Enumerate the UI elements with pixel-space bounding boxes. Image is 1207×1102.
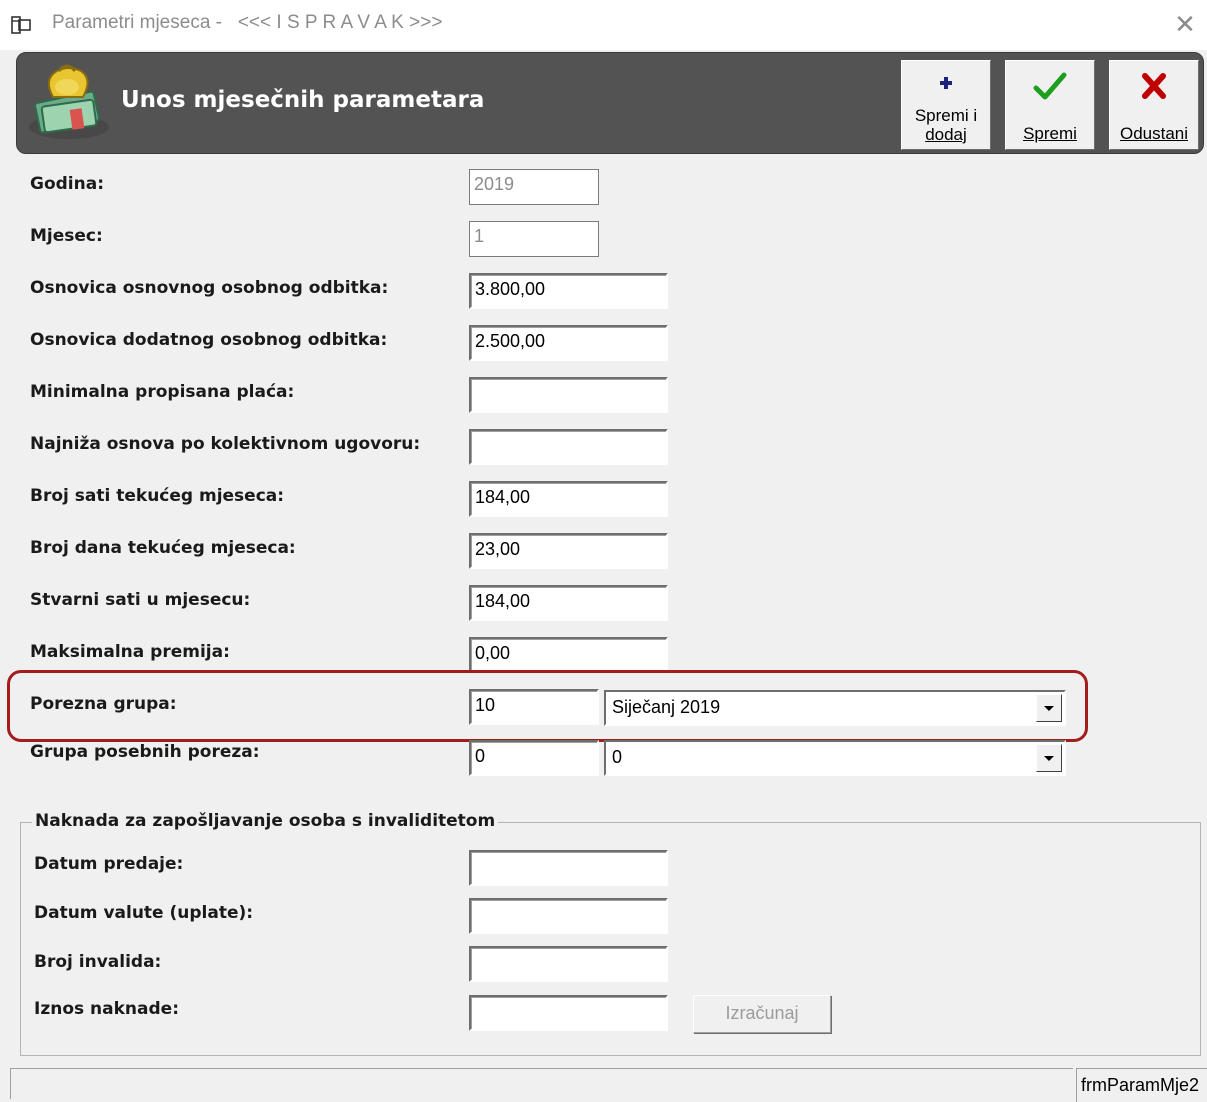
header-panel: Unos mjesečnih parametara Spremi i dodaj…	[16, 52, 1204, 154]
money-bag-icon	[29, 64, 109, 139]
datum-predaje-field[interactable]	[469, 850, 668, 886]
chevron-down-icon[interactable]	[1036, 744, 1062, 772]
checkmark-icon	[1033, 72, 1067, 100]
header-title: Unos mjesečnih parametara	[121, 87, 485, 113]
iznos-naknade-label: Iznos naknade:	[34, 999, 179, 1019]
save-and-add-button[interactable]: Spremi i dodaj	[901, 60, 991, 150]
iznos-naknade-field[interactable]	[469, 995, 668, 1031]
cancel-button-label: Odustani	[1119, 124, 1189, 143]
godina-field[interactable]: 2019	[469, 169, 599, 205]
plus-icon	[940, 77, 952, 89]
broj-sati-label: Broj sati tekućeg mjeseca:	[30, 486, 285, 506]
mjesec-field[interactable]: 1	[469, 221, 599, 257]
najniza-osnova-label: Najniža osnova po kolektivnom ugovoru:	[30, 434, 421, 454]
save-and-add-label-line2: dodaj	[925, 125, 967, 144]
mjesec-label: Mjesec:	[30, 226, 103, 246]
window-title: Parametri mjeseca - <<< I S P R A V A K …	[52, 12, 443, 33]
status-panel-main	[10, 1068, 1073, 1099]
status-bar: frmParamMje2	[10, 1068, 1207, 1102]
najniza-osnova-field[interactable]	[469, 429, 668, 465]
datum-valute-label: Datum valute (uplate):	[34, 903, 254, 923]
app-window-icon	[11, 16, 31, 34]
stvarni-sati-label: Stvarni sati u mjesecu:	[30, 590, 251, 610]
min-placa-field[interactable]	[469, 377, 668, 413]
posebni-porez-selected: 0	[612, 747, 623, 767]
cancel-button[interactable]: Odustani	[1109, 60, 1199, 150]
datum-valute-field[interactable]	[469, 898, 668, 934]
max-premija-field[interactable]: 0,00	[469, 637, 668, 673]
broj-dana-label: Broj dana tekućeg mjeseca:	[30, 538, 296, 558]
stvarni-sati-field[interactable]: 184,00	[469, 585, 668, 621]
posebni-porez-dropdown[interactable]: 0	[604, 740, 1066, 776]
broj-dana-field[interactable]: 23,00	[469, 533, 668, 569]
broj-invalida-label: Broj invalida:	[34, 952, 162, 972]
datum-predaje-label: Datum predaje:	[34, 854, 184, 874]
dodatni-odbitak-field[interactable]: 2.500,00	[469, 325, 668, 361]
save-button-label: Spremi	[1023, 124, 1077, 143]
close-icon[interactable]: ✕	[1170, 10, 1200, 40]
broj-sati-field[interactable]: 184,00	[469, 481, 668, 517]
min-placa-label: Minimalna propisana plaća:	[30, 382, 295, 402]
status-form-name: frmParamMje2	[1076, 1068, 1207, 1102]
broj-invalida-field[interactable]	[469, 946, 668, 982]
godina-label: Godina:	[30, 174, 105, 194]
osnovni-odbitak-label: Osnovica osnovnog osobnog odbitka:	[30, 278, 389, 298]
max-premija-label: Maksimalna premija:	[30, 642, 230, 662]
posebni-porez-code-field[interactable]: 0	[469, 740, 599, 776]
save-button[interactable]: Spremi	[1005, 60, 1095, 150]
posebni-porez-label: Grupa posebnih poreza:	[30, 742, 260, 762]
x-icon	[1142, 73, 1166, 99]
calculate-button[interactable]: Izračunaj	[693, 995, 831, 1033]
dodatni-odbitak-label: Osnovica dodatnog osobnog odbitka:	[30, 330, 388, 350]
save-and-add-label-line1: Spremi i	[914, 106, 978, 125]
osnovni-odbitak-field[interactable]: 3.800,00	[469, 273, 668, 309]
group-legend: Naknada za zapošljavanje osoba s invalid…	[32, 811, 499, 831]
highlight-annotation	[7, 670, 1088, 742]
window-titlebar: Parametri mjeseca - <<< I S P R A V A K …	[0, 0, 1207, 50]
